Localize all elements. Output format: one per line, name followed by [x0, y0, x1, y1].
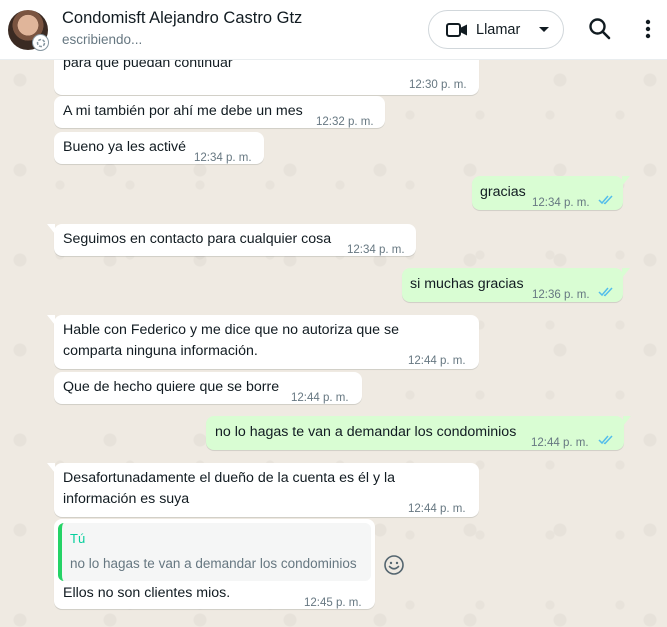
chat-header: Condomisft Alejandro Castro Gtz escribie… — [0, 0, 667, 60]
message-text: Desafortunadamente el dueño de la cuenta… — [63, 470, 396, 486]
contact-name[interactable]: Condomisft Alejandro Castro Gtz — [62, 9, 302, 28]
message-time: 12:32 p. m. — [316, 116, 374, 128]
message-text: Seguimos en contacto para cualquier cosa — [63, 231, 332, 247]
message-text: comparta ninguna información. — [63, 343, 258, 359]
quote-text: no lo hagas te van a demandar los condom… — [70, 556, 357, 571]
message-time: 12:44 p. m. — [408, 503, 466, 515]
message-incoming[interactable]: Que de hecho quiere que se borre 12:44 p… — [54, 372, 362, 404]
message-outgoing[interactable]: no lo hagas te van a demandar los condom… — [206, 416, 631, 450]
message-outgoing[interactable]: gracias 12:34 p. m. — [472, 176, 630, 210]
message-incoming[interactable]: Desafortunadamente el dueño de la cuenta… — [47, 463, 479, 517]
message-incoming[interactable]: A mi también por ahí me debe un mes 12:3… — [54, 96, 385, 128]
message-text: no lo hagas te van a demandar los condom… — [215, 424, 517, 440]
message-incoming[interactable]: Seguimos en contacto para cualquier cosa… — [47, 224, 416, 256]
typing-status: escribiendo... — [62, 32, 143, 47]
call-button[interactable]: Llamar — [428, 10, 564, 49]
video-camera-icon — [446, 22, 467, 37]
message-text: Que de hecho quiere que se borre — [63, 379, 280, 395]
chevron-down-icon — [539, 26, 550, 32]
message-text: para que puedan continuar — [63, 60, 233, 71]
search-icon[interactable] — [587, 16, 613, 42]
more-vertical-icon[interactable] — [640, 16, 656, 42]
message-incoming-reply[interactable]: Tú no lo hagas te van a demandar los con… — [54, 519, 375, 609]
message-time: 12:34 p. m. — [347, 244, 405, 256]
chat-messages[interactable]: para que puedan continuar 12:30 p. m. A … — [0, 60, 667, 627]
message-time: 12:44 p. m. — [408, 355, 466, 367]
message-time: 12:34 p. m. — [194, 152, 252, 164]
message-incoming[interactable]: para que puedan continuar 12:30 p. m. — [54, 60, 479, 95]
message-text: Hable con Federico y me dice que no auto… — [63, 322, 399, 338]
message-incoming[interactable]: Hable con Federico y me dice que no auto… — [47, 315, 479, 369]
message-text: A mi también por ahí me debe un mes — [63, 103, 303, 119]
message-time: 12:45 p. m. — [304, 597, 362, 609]
quoted-message[interactable]: Tú no lo hagas te van a demandar los con… — [58, 523, 371, 581]
message-outgoing[interactable]: si muchas gracias 12:36 p. m. — [402, 268, 630, 302]
double-check-icon — [598, 195, 613, 205]
message-time: 12:30 p. m. — [409, 79, 467, 91]
message-time: 12:36 p. m. — [532, 289, 590, 301]
message-incoming[interactable]: Bueno ya les activé 12:34 p. m. — [54, 132, 264, 164]
message-text: si muchas gracias — [410, 276, 524, 292]
message-text: información es suya — [63, 491, 190, 507]
message-time: 12:44 p. m. — [291, 392, 349, 404]
message-text: Ellos no son clientes mios. — [63, 585, 231, 601]
quote-author: Tú — [70, 531, 86, 546]
message-time: 12:44 p. m. — [531, 437, 589, 449]
call-label: Llamar — [476, 21, 521, 38]
message-text: gracias — [480, 184, 526, 200]
status-ring-icon — [32, 34, 49, 51]
emoji-icon[interactable] — [383, 554, 405, 576]
double-check-icon — [598, 435, 613, 445]
message-text: Bueno ya les activé — [63, 139, 187, 155]
message-time: 12:34 p. m. — [532, 197, 590, 209]
double-check-icon — [598, 287, 613, 297]
